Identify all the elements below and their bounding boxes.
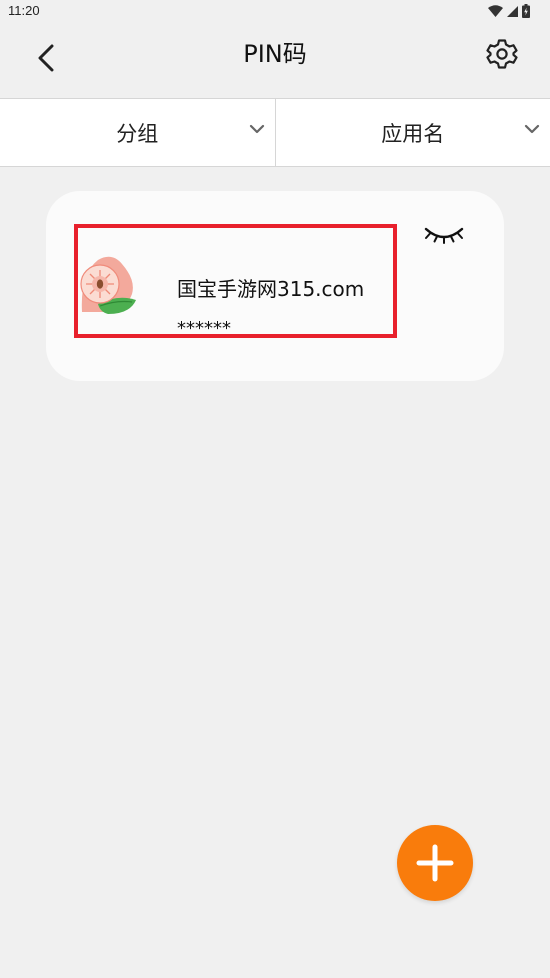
wifi-icon xyxy=(488,5,503,17)
battery-icon xyxy=(522,4,530,18)
status-icons xyxy=(488,3,530,19)
gear-icon xyxy=(486,39,518,69)
app-name-filter-label: 应用名 xyxy=(381,121,445,146)
group-filter-dropdown[interactable]: 分组 xyxy=(0,99,275,166)
entry-masked-pin: ****** xyxy=(177,318,231,339)
pin-entry-card[interactable]: 国宝手游网315.com ****** xyxy=(46,191,504,381)
entry-app-name: 国宝手游网315.com xyxy=(177,277,365,301)
status-bar: 11:20 xyxy=(0,0,550,24)
chevron-down-icon xyxy=(524,124,540,134)
plus-icon xyxy=(416,844,454,882)
eye-closed-icon[interactable] xyxy=(422,221,466,245)
app-name-filter-dropdown[interactable]: 应用名 xyxy=(274,99,550,166)
page-title: PIN码 xyxy=(243,40,307,68)
settings-button[interactable] xyxy=(484,36,520,72)
app-bar: PIN码 xyxy=(0,24,550,98)
add-pin-button[interactable] xyxy=(397,825,473,901)
signal-icon xyxy=(507,6,518,17)
status-time: 11:20 xyxy=(8,3,40,18)
chevron-down-icon xyxy=(249,124,264,134)
group-filter-label: 分组 xyxy=(116,121,159,146)
filter-bar: 分组 应用名 xyxy=(0,98,550,167)
peach-icon xyxy=(80,256,136,314)
